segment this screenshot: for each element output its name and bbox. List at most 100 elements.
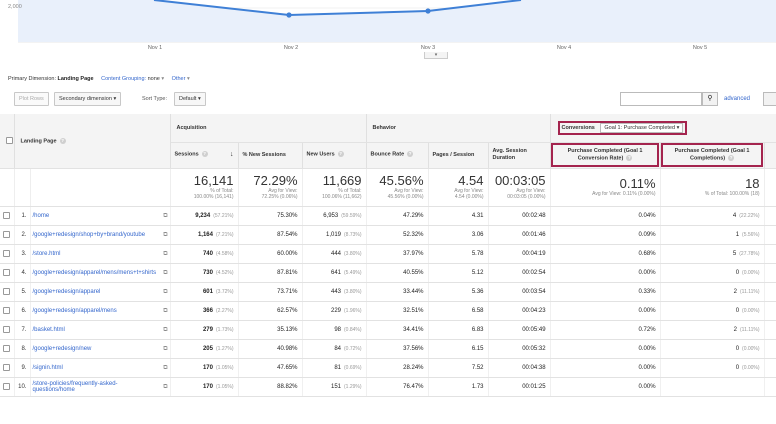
completions-value: 5 bbox=[732, 250, 737, 257]
overflow-header bbox=[764, 142, 776, 169]
landing-page-link[interactable]: /store-policies/frequently-asked-questio… bbox=[33, 381, 118, 393]
table-view-icon[interactable] bbox=[763, 92, 776, 106]
bounce-rate-header[interactable]: Bounce Rate? bbox=[366, 142, 429, 169]
avg-duration-cell: 00:05:32 bbox=[488, 339, 551, 359]
conversion-rate-header[interactable]: Purchase Completed (Goal 1 Conversion Ra… bbox=[550, 142, 661, 169]
external-link-icon[interactable]: ⧉ bbox=[163, 384, 167, 390]
pages-session-cell: 6.83 bbox=[428, 320, 489, 340]
help-icon[interactable]: ? bbox=[337, 151, 344, 158]
row-checkbox[interactable] bbox=[3, 344, 11, 352]
help-icon[interactable]: ? bbox=[407, 151, 414, 158]
primary-dimension-label: Primary Dimension: bbox=[8, 76, 56, 82]
external-link-icon[interactable]: ⧉ bbox=[163, 232, 167, 238]
new-users-cell: 84 (0.72%) bbox=[302, 339, 367, 359]
new-users-header[interactable]: New Users? bbox=[302, 142, 367, 169]
conversions-selector[interactable]: Conversions Goal 1: Purchase Completed ▾ bbox=[557, 120, 689, 136]
sort-arrow-icon[interactable]: ↓ bbox=[230, 151, 234, 158]
landing-page-link[interactable]: /home bbox=[33, 213, 50, 219]
conversion-rate-cell: 0.04% bbox=[550, 206, 661, 226]
search-icon[interactable]: ⚲ bbox=[702, 92, 718, 106]
external-link-icon[interactable]: ⧉ bbox=[163, 365, 167, 371]
landing-page-link[interactable]: /basket.html bbox=[33, 327, 65, 333]
content-grouping-value[interactable]: none bbox=[148, 76, 160, 82]
new-users-header-label: New Users bbox=[306, 151, 335, 158]
content-grouping-label[interactable]: Content Grouping: bbox=[101, 76, 146, 82]
chart-point[interactable] bbox=[286, 12, 292, 18]
landing-page-cell: /google+redesign/apparel/mens/mens+t+shi… bbox=[30, 263, 171, 283]
table-row: 3./store.html ⧉ 740 (4.58%) 60.00% 444 (3.80%)… bbox=[0, 244, 776, 264]
row-checkbox[interactable] bbox=[3, 230, 11, 238]
new-users-percent: (1.29%) bbox=[344, 383, 362, 390]
sort-type-dropdown[interactable]: Default ▾ bbox=[174, 92, 206, 106]
select-all-checkbox[interactable] bbox=[6, 137, 13, 145]
pages-session-header[interactable]: Pages / Session bbox=[428, 142, 489, 169]
row-checkbox[interactable] bbox=[3, 363, 11, 371]
new-sessions-cell: 75.30% bbox=[238, 206, 303, 226]
landing-page-link[interactable]: /google+redesign/apparel bbox=[33, 289, 101, 295]
sessions-percent: (4.52%) bbox=[215, 269, 234, 276]
sessions-value: 740 bbox=[202, 250, 213, 257]
new-users-value: 84 bbox=[334, 345, 341, 352]
avg-duration-header[interactable]: Avg. Session Duration bbox=[488, 142, 551, 169]
help-icon[interactable]: ? bbox=[201, 151, 208, 158]
chart-collapse-handle[interactable]: ▾ bbox=[424, 52, 448, 59]
help-icon[interactable]: ? bbox=[728, 154, 735, 161]
new-sessions-cell: 73.71% bbox=[238, 282, 303, 302]
landing-page-link[interactable]: /store.html bbox=[33, 251, 61, 257]
plot-rows-button[interactable]: Plot Rows bbox=[14, 92, 49, 106]
advanced-filter-link[interactable]: advanced bbox=[724, 92, 750, 106]
landing-page-header[interactable]: Landing Page? bbox=[14, 114, 171, 169]
completions-cell: 5 (27.78%) bbox=[660, 244, 765, 264]
new-users-value: 98 bbox=[334, 326, 341, 333]
new-users-cell: 151 (1.29%) bbox=[302, 377, 367, 397]
new-sessions-cell: 88.82% bbox=[238, 377, 303, 397]
other-dimension-link[interactable]: Other bbox=[172, 76, 186, 82]
overflow-cell bbox=[764, 225, 776, 245]
bounce-rate-cell: 76.47% bbox=[366, 377, 429, 397]
row-index: 1. bbox=[14, 206, 31, 226]
overflow-cell bbox=[764, 358, 776, 378]
external-link-icon[interactable]: ⧉ bbox=[163, 289, 167, 295]
external-link-icon[interactable]: ⧉ bbox=[163, 270, 167, 276]
landing-page-link[interactable]: /signin.html bbox=[33, 365, 63, 371]
completions-value: 4 bbox=[732, 212, 737, 219]
landing-page-link[interactable]: /google+redesign/apparel/mens/mens+t+shi… bbox=[33, 270, 157, 276]
help-icon[interactable]: ? bbox=[626, 154, 633, 161]
completions-header[interactable]: Purchase Completed (Goal 1 Completions)? bbox=[660, 142, 765, 169]
sessions-cell: 9,234 (57.21%) bbox=[170, 206, 239, 226]
total-value: 0.11% bbox=[619, 176, 656, 191]
new-sessions-header[interactable]: % New Sessions bbox=[238, 142, 303, 169]
row-checkbox[interactable] bbox=[3, 249, 11, 257]
pages-session-cell: 6.15 bbox=[428, 339, 489, 359]
new-users-value: 81 bbox=[334, 364, 341, 371]
bounce-rate-cell: 37.97% bbox=[366, 244, 429, 264]
sessions-header[interactable]: Sessions? ↓ bbox=[170, 142, 239, 169]
sessions-percent: (7.21%) bbox=[215, 231, 234, 238]
row-index: 3. bbox=[14, 244, 31, 264]
table-search-input[interactable] bbox=[620, 92, 702, 106]
secondary-dimension-dropdown[interactable]: Secondary dimension ▾ bbox=[54, 92, 122, 106]
goal-dropdown-value: Goal 1: Purchase Completed bbox=[604, 124, 676, 131]
row-checkbox[interactable] bbox=[3, 306, 11, 314]
pages-session-cell: 5.12 bbox=[428, 263, 489, 283]
row-checkbox[interactable] bbox=[3, 382, 11, 390]
row-checkbox[interactable] bbox=[3, 325, 11, 333]
external-link-icon[interactable]: ⧉ bbox=[163, 346, 167, 352]
avg-duration-cell: 00:03:54 bbox=[488, 282, 551, 302]
landing-page-link[interactable]: /google+redesign/shop+by+brand/youtube bbox=[33, 232, 146, 238]
external-link-icon[interactable]: ⧉ bbox=[163, 251, 167, 257]
external-link-icon[interactable]: ⧉ bbox=[163, 308, 167, 314]
row-checkbox[interactable] bbox=[3, 268, 11, 276]
external-link-icon[interactable]: ⧉ bbox=[163, 327, 167, 333]
chart-point[interactable] bbox=[425, 8, 431, 14]
external-link-icon[interactable]: ⧉ bbox=[163, 213, 167, 219]
landing-page-link[interactable]: /google+redesign/apparel/mens bbox=[33, 308, 117, 314]
row-checkbox[interactable] bbox=[3, 287, 11, 295]
chevron-down-icon[interactable]: ▾ bbox=[187, 76, 190, 82]
landing-page-link[interactable]: /google+redesign/new bbox=[33, 346, 92, 352]
goal-dropdown[interactable]: Goal 1: Purchase Completed ▾ bbox=[600, 122, 684, 133]
chevron-down-icon[interactable]: ▾ bbox=[161, 76, 164, 82]
row-checkbox[interactable] bbox=[3, 211, 11, 219]
primary-dimension-value[interactable]: Landing Page bbox=[58, 76, 94, 82]
help-icon[interactable]: ? bbox=[59, 137, 66, 144]
